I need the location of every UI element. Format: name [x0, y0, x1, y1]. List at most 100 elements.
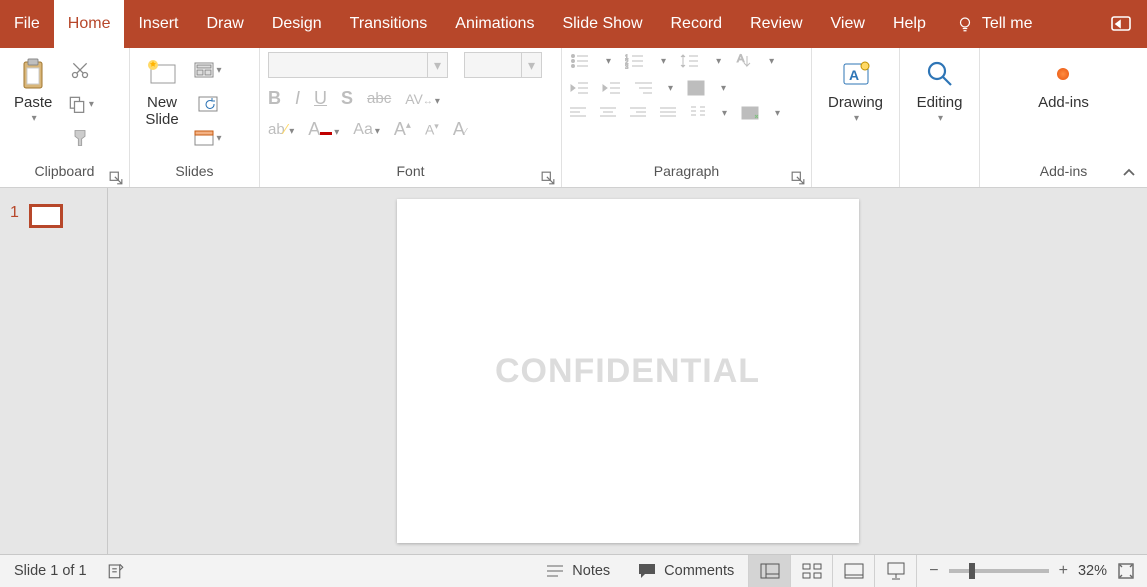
underline-button[interactable]: U — [314, 88, 327, 109]
normal-view-button[interactable] — [749, 555, 791, 587]
tab-draw[interactable]: Draw — [192, 0, 257, 48]
text-direction-button[interactable]: A — [735, 52, 753, 70]
font-family-dropdown[interactable]: ▾ — [428, 52, 448, 78]
normal-view-icon — [760, 563, 780, 579]
tab-help[interactable]: Help — [879, 0, 940, 48]
slide-thumbnail-pane[interactable]: 1 — [0, 188, 108, 554]
char-spacing-button[interactable]: AV↔▾ — [405, 91, 440, 107]
increase-indent-button[interactable] — [602, 81, 620, 95]
group-slides-label: Slides — [175, 163, 213, 179]
drawing-button[interactable]: A Drawing ▾ — [822, 52, 889, 128]
decrease-indent-button[interactable] — [570, 81, 588, 95]
font-size-dropdown[interactable]: ▾ — [522, 52, 542, 78]
editor-area: 1 CONFIDENTIAL — [0, 188, 1147, 554]
fit-to-window-button[interactable] — [1117, 562, 1135, 580]
addins-button[interactable]: Add-ins — [1032, 52, 1095, 115]
tab-view[interactable]: View — [817, 0, 879, 48]
change-case-button[interactable]: Aa▾ — [353, 121, 380, 139]
zoom-slider-thumb[interactable] — [969, 563, 975, 579]
thumbnail-item[interactable]: 1 — [10, 204, 97, 228]
tab-animations[interactable]: Animations — [441, 0, 548, 48]
sorter-view-button[interactable] — [791, 555, 833, 587]
highlight-button[interactable]: ab⁄▾ — [268, 121, 294, 138]
copy-icon — [67, 94, 87, 114]
zoom-slider[interactable] — [949, 569, 1049, 573]
section-button[interactable]: ▾ — [194, 124, 222, 152]
slideshow-view-icon — [886, 562, 906, 580]
tab-slideshow[interactable]: Slide Show — [548, 0, 656, 48]
cut-button[interactable] — [66, 56, 94, 84]
line-spacing-button[interactable] — [680, 53, 700, 69]
thumbnail-number: 1 — [10, 204, 19, 222]
slide-canvas[interactable]: CONFIDENTIAL — [397, 199, 859, 543]
shapes-icon: A — [838, 56, 874, 92]
dialog-launcher-icon[interactable] — [541, 171, 555, 185]
align-text-button[interactable] — [687, 80, 705, 96]
bullets-button[interactable] — [570, 53, 590, 69]
tab-design[interactable]: Design — [258, 0, 336, 48]
numbering-button[interactable]: 123 — [625, 53, 645, 69]
clipboard-icon — [15, 56, 51, 92]
comment-icon — [638, 563, 656, 579]
slideshow-view-button[interactable] — [875, 555, 917, 587]
thumbnail-preview[interactable] — [29, 204, 63, 228]
bold-button[interactable]: B — [268, 88, 281, 109]
align-left-button[interactable] — [570, 107, 586, 119]
clear-formatting-button[interactable]: A⁄ — [453, 119, 467, 140]
grow-font-button[interactable]: A▴ — [394, 119, 411, 140]
shrink-font-button[interactable]: A▾ — [425, 121, 439, 138]
tab-file[interactable]: File — [0, 0, 54, 48]
group-clipboard-label: Clipboard — [35, 163, 95, 179]
comments-button[interactable]: Comments — [624, 555, 748, 587]
editing-button[interactable]: Editing ▾ — [911, 52, 969, 128]
italic-button[interactable]: I — [295, 88, 300, 109]
notes-icon — [546, 564, 564, 578]
chevron-up-icon — [1121, 165, 1137, 181]
zoom-in-button[interactable]: + — [1059, 562, 1068, 580]
reading-view-button[interactable] — [833, 555, 875, 587]
reset-button[interactable] — [194, 90, 222, 118]
columns-button[interactable] — [690, 106, 706, 120]
share-icon[interactable] — [1109, 12, 1133, 36]
align-center-button[interactable] — [600, 107, 616, 119]
chevron-down-icon: ▾ — [854, 113, 859, 124]
new-slide-button[interactable]: New Slide — [138, 52, 186, 132]
tab-home[interactable]: Home — [54, 0, 125, 48]
dialog-launcher-icon[interactable] — [791, 171, 805, 185]
slide-canvas-area[interactable]: CONFIDENTIAL — [108, 188, 1147, 554]
tab-transitions[interactable]: Transitions — [336, 0, 442, 48]
text-shadow-button[interactable]: S — [341, 88, 353, 109]
group-font: ▾ ▾ B I U S abc AV↔▾ ab⁄▾ A▾ Aa▾ A▴ A▾ A… — [260, 48, 562, 187]
dialog-launcher-icon[interactable] — [109, 171, 123, 185]
tab-record[interactable]: Record — [657, 0, 737, 48]
group-slides: New Slide ▾ ▾ Slides — [130, 48, 260, 187]
layout-button[interactable]: ▾ — [194, 56, 222, 84]
font-size-combo[interactable] — [464, 52, 522, 78]
font-family-combo[interactable] — [268, 52, 428, 78]
group-paragraph: ▾ 123▾ ▾ A▾ ▾ ▾ ▾ ▾ Paragraph — [562, 48, 812, 187]
smartart-button[interactable] — [741, 106, 759, 120]
ribbon-tab-strip: File Home Insert Draw Design Transitions… — [0, 0, 1147, 48]
justify-button[interactable] — [660, 107, 676, 119]
slide-count-label[interactable]: Slide 1 of 1 — [14, 563, 87, 579]
zoom-out-button[interactable]: − — [929, 562, 938, 580]
lightbulb-icon — [956, 15, 974, 33]
align-right-button[interactable] — [630, 107, 646, 119]
tab-review[interactable]: Review — [736, 0, 816, 48]
svg-text:A: A — [737, 53, 745, 65]
tab-insert[interactable]: Insert — [124, 0, 192, 48]
copy-button[interactable]: ▾ — [66, 90, 94, 118]
find-icon — [922, 56, 958, 92]
paste-button[interactable]: Paste ▾ — [8, 52, 58, 128]
list-level-button[interactable] — [634, 81, 652, 95]
zoom-percent-label[interactable]: 32% — [1078, 563, 1107, 579]
addins-btn-label: Add-ins — [1038, 94, 1089, 111]
strikethrough-button[interactable]: abc — [367, 90, 391, 107]
notes-button[interactable]: Notes — [532, 555, 624, 587]
tell-me[interactable]: Tell me — [944, 0, 1045, 48]
format-painter-button[interactable] — [66, 124, 94, 152]
collapse-ribbon-button[interactable] — [1121, 165, 1137, 181]
accessibility-icon[interactable] — [107, 562, 125, 580]
font-color-button[interactable]: A▾ — [308, 119, 339, 140]
drawing-label: Drawing — [828, 94, 883, 111]
